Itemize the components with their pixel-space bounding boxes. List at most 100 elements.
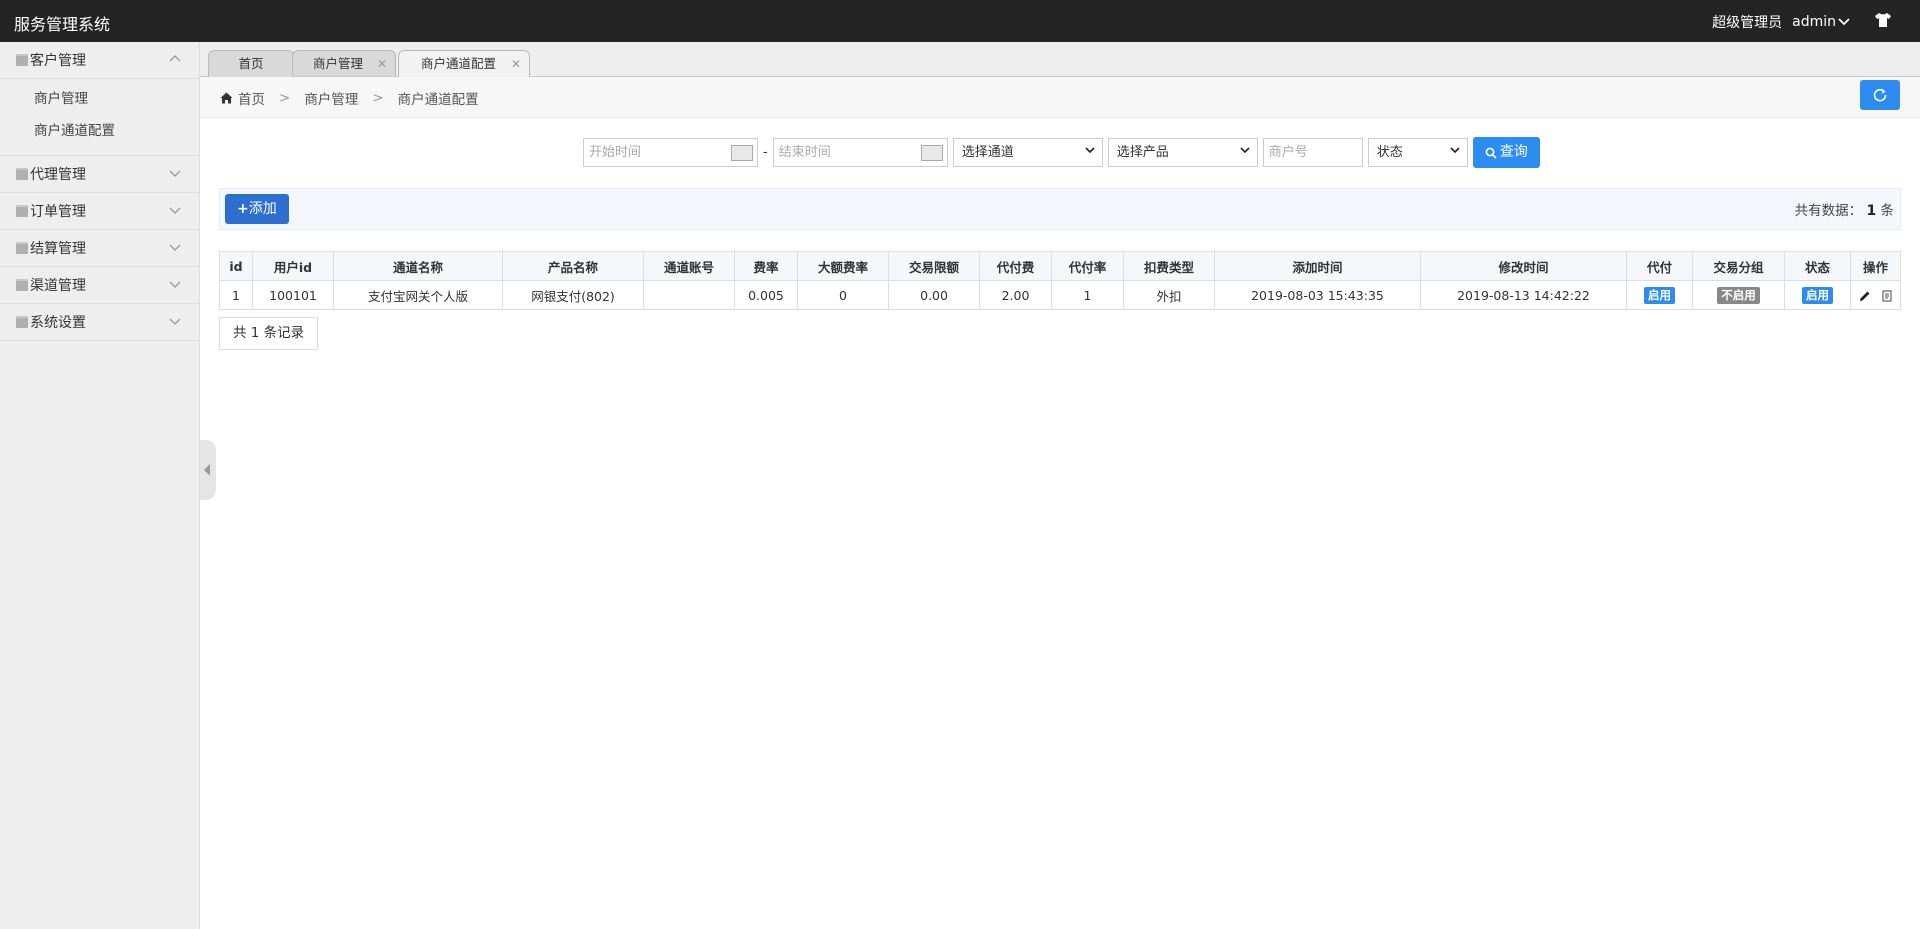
breadcrumb-separator: > bbox=[372, 90, 384, 106]
tab-home[interactable]: 首页 bbox=[208, 50, 294, 77]
home-icon bbox=[220, 92, 233, 104]
tab-label: 首页 bbox=[238, 56, 264, 71]
folder-icon bbox=[16, 54, 28, 66]
folder-icon bbox=[16, 205, 28, 217]
date-range-dash: - bbox=[763, 145, 768, 160]
refresh-icon bbox=[1873, 88, 1887, 102]
column-header: 交易限额 bbox=[888, 251, 980, 281]
cell-actions bbox=[1850, 280, 1901, 310]
menu-label: 客户管理 bbox=[30, 53, 86, 69]
column-header: 代付费 bbox=[979, 251, 1052, 281]
chevron-down-icon bbox=[1450, 147, 1460, 154]
menu-label: 结算管理 bbox=[30, 241, 86, 257]
folder-icon bbox=[16, 316, 28, 328]
table-toolbar: +添加 共有数据： 1 条 bbox=[219, 188, 1901, 230]
add-button[interactable]: +添加 bbox=[225, 194, 289, 224]
cell-big-rate: 0 bbox=[797, 280, 889, 310]
table-header-row: id 用户id 通道名称 产品名称 通道账号 费率 大额费率 交易限额 代付费 … bbox=[219, 251, 1901, 281]
cell-limit: 0.00 bbox=[888, 280, 980, 310]
column-header: 修改时间 bbox=[1420, 251, 1627, 281]
status-select[interactable]: 状态 bbox=[1367, 138, 1468, 167]
sidebar: 客户管理 商户管理 商户通道配置 代理管理 订单管理 结算管理 渠道管理 系统设… bbox=[0, 42, 200, 929]
tab-merchant-channel[interactable]: 商户通道配置 ✕ bbox=[398, 50, 530, 77]
sidebar-menu-channel[interactable]: 渠道管理 bbox=[0, 267, 199, 304]
column-header: 用户id bbox=[252, 251, 334, 281]
sidebar-menu-customer[interactable]: 客户管理 bbox=[0, 42, 199, 79]
channel-select-value: 选择通道 bbox=[961, 145, 1014, 160]
tab-label: 商户通道配置 bbox=[421, 56, 497, 71]
data-table: id 用户id 通道名称 产品名称 通道账号 费率 大额费率 交易限额 代付费 … bbox=[219, 251, 1901, 310]
chevron-down-icon[interactable] bbox=[1838, 18, 1850, 26]
product-select[interactable]: 选择产品 bbox=[1107, 138, 1258, 167]
folder-icon bbox=[16, 279, 28, 291]
user-role: 超级管理员 bbox=[1712, 15, 1783, 31]
calendar-icon[interactable] bbox=[731, 145, 753, 161]
channel-select[interactable]: 选择通道 bbox=[952, 138, 1103, 167]
tab-merchant[interactable]: 商户管理 ✕ bbox=[292, 50, 396, 76]
column-header: 扣费类型 bbox=[1123, 251, 1215, 281]
sidebar-menu-agent[interactable]: 代理管理 bbox=[0, 156, 199, 193]
column-header: 费率 bbox=[734, 251, 798, 281]
search-icon bbox=[1485, 147, 1497, 159]
end-time-input[interactable]: 结束时间 bbox=[772, 138, 948, 167]
sidebar-collapse-handle[interactable] bbox=[200, 440, 216, 500]
close-icon[interactable]: ✕ bbox=[377, 51, 387, 77]
total-count: 共有数据： 1 条 bbox=[1795, 199, 1894, 219]
theme-shirt-icon[interactable] bbox=[1874, 12, 1892, 28]
status-select-value: 状态 bbox=[1376, 145, 1403, 160]
menu-label: 订单管理 bbox=[30, 204, 86, 220]
merchant-id-input[interactable]: 商户号 bbox=[1262, 138, 1363, 167]
close-icon[interactable]: ✕ bbox=[511, 51, 521, 77]
column-header: 通道账号 bbox=[643, 251, 735, 281]
caret-left-icon bbox=[204, 464, 210, 476]
calendar-icon[interactable] bbox=[920, 145, 943, 161]
refresh-button[interactable] bbox=[1860, 80, 1900, 110]
breadcrumb-level1[interactable]: 商户管理 bbox=[304, 88, 358, 108]
cell-status: 启用 bbox=[1784, 280, 1851, 310]
chevron-down-icon[interactable] bbox=[169, 278, 181, 290]
product-select-value: 选择产品 bbox=[1116, 145, 1169, 160]
menu-label: 渠道管理 bbox=[30, 278, 86, 294]
add-label: 添加 bbox=[248, 201, 277, 217]
view-document-icon[interactable] bbox=[1881, 289, 1893, 303]
total-number: 1 bbox=[1866, 203, 1877, 219]
folder-icon bbox=[16, 242, 28, 254]
merchant-id-placeholder: 商户号 bbox=[1268, 145, 1308, 160]
chevron-down-icon[interactable] bbox=[169, 241, 181, 253]
group-status-badge[interactable]: 不启用 bbox=[1717, 286, 1760, 304]
column-header: 通道名称 bbox=[333, 251, 503, 281]
sidebar-item-merchant-channel[interactable]: 商户通道配置 bbox=[0, 115, 199, 147]
username[interactable]: admin bbox=[1792, 14, 1836, 30]
sidebar-menu-system[interactable]: 系统设置 bbox=[0, 304, 199, 341]
chevron-down-icon[interactable] bbox=[169, 167, 181, 179]
cell-created: 2019-08-03 15:43:35 bbox=[1214, 280, 1421, 310]
status-badge[interactable]: 启用 bbox=[1802, 286, 1833, 304]
chevron-down-icon[interactable] bbox=[169, 315, 181, 327]
user-menu[interactable]: 超级管理员 admin bbox=[1712, 12, 1850, 32]
table-row: 1 100101 支付宝网关个人版 网银支付(802) 0.005 0 0.00… bbox=[219, 280, 1901, 310]
edit-pencil-icon[interactable] bbox=[1858, 289, 1872, 303]
breadcrumb-home[interactable]: 首页 bbox=[238, 88, 265, 108]
submenu-customer: 商户管理 商户通道配置 bbox=[0, 79, 199, 156]
cell-rate: 0.005 bbox=[734, 280, 798, 310]
sidebar-item-merchant[interactable]: 商户管理 bbox=[0, 83, 199, 115]
end-time-placeholder: 结束时间 bbox=[778, 145, 831, 160]
breadcrumb: 首页 > 商户管理 > 商户通道配置 bbox=[220, 88, 479, 108]
chevron-down-icon bbox=[1240, 147, 1250, 154]
start-time-input[interactable]: 开始时间 bbox=[583, 138, 758, 167]
breadcrumb-separator: > bbox=[279, 90, 291, 106]
payout-status-badge[interactable]: 启用 bbox=[1644, 286, 1675, 304]
folder-icon bbox=[16, 168, 28, 180]
cell-deduct-type: 外扣 bbox=[1123, 280, 1215, 310]
column-header: 产品名称 bbox=[502, 251, 644, 281]
sidebar-menu-settlement[interactable]: 结算管理 bbox=[0, 230, 199, 267]
cell-payout-fee: 2.00 bbox=[979, 280, 1052, 310]
tab-bar: 首页 商户管理 ✕ 商户通道配置 ✕ bbox=[200, 42, 1920, 77]
total-suffix: 条 bbox=[1880, 203, 1895, 219]
sidebar-menu-order[interactable]: 订单管理 bbox=[0, 193, 199, 230]
chevron-up-icon[interactable] bbox=[169, 53, 181, 65]
chevron-down-icon[interactable] bbox=[169, 204, 181, 216]
column-header: 操作 bbox=[1850, 251, 1901, 281]
menu-label: 代理管理 bbox=[30, 167, 86, 183]
query-button[interactable]: 查询 bbox=[1472, 137, 1540, 168]
